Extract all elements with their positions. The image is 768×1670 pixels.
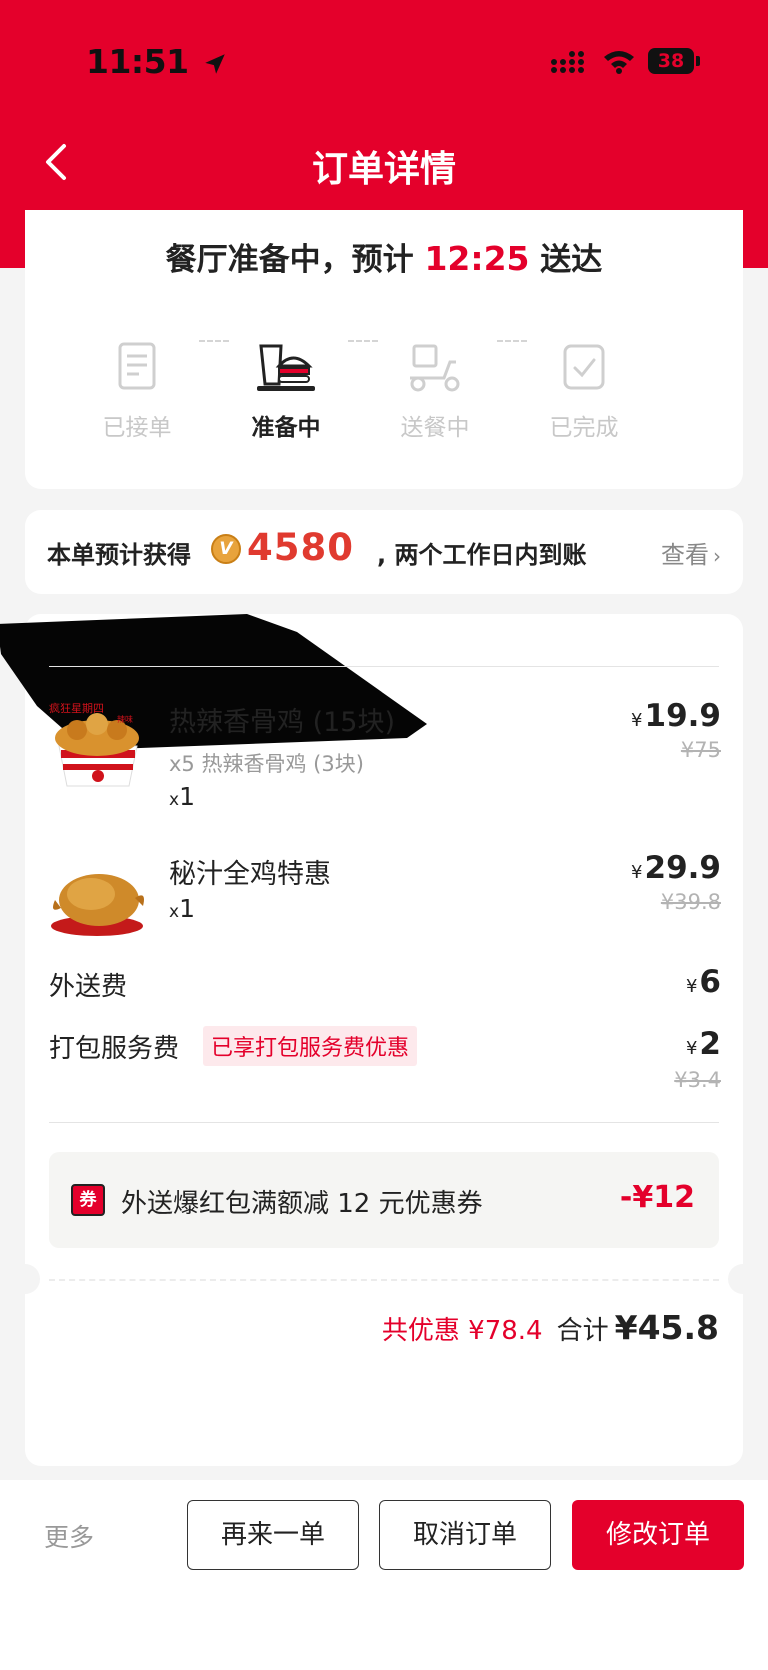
qty-x: x [169, 902, 180, 922]
item-name: 热辣香骨鸡 (15块) [169, 707, 396, 738]
whole-chicken-image [51, 874, 144, 936]
svg-text:辣味: 辣味 [117, 714, 133, 724]
order-status-card: 餐厅准备中，预计 12:25 送达 已接单 准备中 送餐中 已完成 [25, 210, 743, 489]
item-original-price: ¥39.8 [660, 890, 721, 914]
item-original-price: ¥75 [680, 738, 721, 762]
cancel-order-button[interactable]: 取消订单 [379, 1500, 551, 1570]
cellular-signal-icon [551, 51, 584, 73]
points-view-label: 查看 [661, 541, 709, 569]
points-amount: 4580 [247, 526, 354, 569]
ticket-notch-right [728, 1264, 758, 1294]
coupon-icon: 券 [71, 1184, 105, 1216]
currency-symbol: ¥ [631, 862, 643, 883]
dashed-divider [49, 1279, 719, 1281]
delivery-fee-label: 外送费 [49, 972, 128, 1002]
status-prefix: 餐厅准备中，预计 [165, 242, 425, 278]
total-discount: 共优惠 ¥78.4 [381, 1316, 543, 1346]
scooter-icon [410, 344, 460, 392]
item-quantity: x1 [169, 782, 195, 811]
more-button[interactable]: 更多 [44, 1518, 94, 1554]
order-detail-card: 疯狂星期四 辣味 热辣香骨鸡 (15块) x5 热辣香骨鸡 (3块) x1 ¥1… [0, 614, 758, 1466]
item-quantity: x1 [169, 894, 195, 923]
v-points-icon: V [211, 534, 241, 564]
item-name: 秘汁全鸡特惠 [169, 859, 331, 890]
status-suffix: 送达 [529, 242, 603, 278]
qty-value: 1 [179, 782, 195, 811]
divider [49, 666, 719, 667]
step-label: 准备中 [251, 415, 321, 441]
modify-order-button[interactable]: 修改订单 [572, 1500, 744, 1570]
battery-level: 38 [648, 48, 694, 74]
svg-text:疯狂星期四: 疯狂星期四 [49, 701, 104, 715]
bottom-action-bar: 更多 再来一单 取消订单 修改订单 [0, 1480, 768, 1670]
status-time: 11:51 [86, 42, 228, 81]
points-view-link[interactable]: 查看 › [661, 535, 721, 570]
step-completed: 已完成 [519, 340, 649, 442]
currency-symbol: ¥ [685, 976, 698, 997]
page-title: 订单详情 [311, 149, 456, 190]
receipt-icon [118, 342, 156, 390]
total-row: 共优惠 ¥78.4 合计 ¥45.8 [382, 1308, 719, 1347]
check-bag-icon [563, 344, 605, 390]
coupon-amount: -¥12 [619, 1180, 695, 1215]
packing-fee-label: 打包服务费 [49, 1034, 180, 1064]
item-price: ¥19.9 [631, 698, 721, 734]
qty-value: 1 [179, 894, 195, 923]
reorder-button[interactable]: 再来一单 [187, 1500, 359, 1570]
currency-symbol: ¥ [685, 1038, 698, 1059]
eta-time: 12:25 [424, 239, 530, 278]
divider [49, 1122, 719, 1123]
packing-original-price: ¥3.4 [674, 1068, 721, 1092]
clock-text: 11:51 [86, 42, 189, 81]
step-accepted: 已接单 [72, 340, 202, 442]
battery-icon: 38 [648, 48, 700, 74]
total-amount: ¥45.8 [614, 1308, 719, 1347]
step-preparing: 准备中 [221, 340, 351, 442]
coupon-text: 外送爆红包满额减 12 元优惠券 [121, 1189, 483, 1219]
ticket-notch-left [10, 1264, 40, 1294]
status-bar: 11:51 38 [0, 40, 768, 84]
currency-symbol: ¥ [631, 710, 643, 731]
burger-icon [257, 344, 315, 391]
item-sub-detail: x5 热辣香骨鸡 (3块) [169, 752, 364, 776]
packing-discount-tag: 已享打包服务费优惠 [203, 1026, 418, 1066]
nav-bar: 订单详情 [0, 130, 768, 196]
status-headline: 餐厅准备中，预计 12:25 送达 [25, 234, 743, 279]
location-arrow-icon [204, 53, 225, 74]
delivery-fee-price: ¥6 [686, 964, 721, 1000]
price-value: 19.9 [644, 698, 722, 734]
packing-fee-price: ¥2 [686, 1026, 721, 1062]
points-prefix: 本单预计获得 [47, 541, 191, 569]
progress-steps: 已接单 准备中 送餐中 已完成 [25, 340, 743, 460]
price-value: 6 [699, 964, 721, 1000]
qty-x: x [169, 790, 180, 810]
step-label: 已完成 [549, 415, 619, 441]
price-value: 2 [699, 1026, 721, 1062]
price-value: 29.9 [644, 850, 722, 886]
bucket-chicken-image: 疯狂星期四 辣味 [49, 701, 139, 787]
points-suffix: , 两个工作日内到账 [377, 541, 587, 569]
total-label: 合计 [556, 1316, 609, 1346]
step-label: 已接单 [102, 415, 172, 441]
chevron-right-icon: › [713, 544, 721, 568]
wifi-icon [604, 51, 634, 74]
item-price: ¥29.9 [631, 850, 721, 886]
coupon-row[interactable]: 券 外送爆红包满额减 12 元优惠券 -¥12 [49, 1152, 719, 1248]
step-label: 送餐中 [400, 415, 470, 441]
points-card[interactable]: 本单预计获得 V 4580 , 两个工作日内到账 查看 › [25, 510, 743, 594]
step-delivering: 送餐中 [370, 340, 500, 442]
